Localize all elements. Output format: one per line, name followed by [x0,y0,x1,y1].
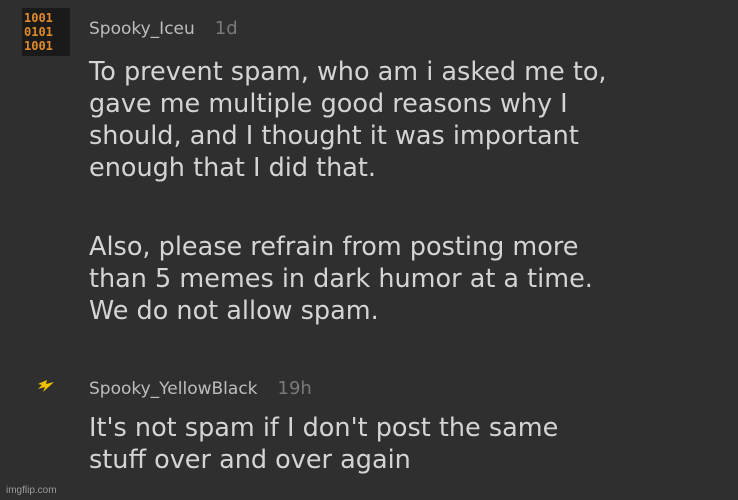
svg-text:1001: 1001 [24,11,53,25]
watermark: imgflip.com [6,485,57,496]
comment-header: Spooky_Iceu 1d [89,18,238,39]
avatar[interactable]: 1001 0101 1001 [22,8,70,56]
comment-paragraph: To prevent spam, who am i asked me to, g… [89,56,729,184]
text-line: It's not spam if I don't post the same [89,413,559,443]
binary-digits-icon: 1001 0101 1001 [22,8,70,56]
timestamp: 1d [214,18,238,39]
text-line: To prevent spam, who am i asked me to, [89,57,607,87]
timestamp: 19h [277,378,312,399]
text-line: enough that I did that. [89,153,377,183]
username[interactable]: Spooky_YellowBlack [89,379,258,399]
text-line: gave me multiple good reasons why I [89,89,568,119]
text-line: Also, please refrain from posting more [89,232,579,262]
text-line: stuff over and over again [89,445,411,475]
svg-text:1001: 1001 [24,39,53,53]
svg-text:0101: 0101 [24,25,53,39]
username[interactable]: Spooky_Iceu [89,19,195,39]
comment-header: Spooky_YellowBlack 19h [89,378,312,399]
text-line: We do not allow spam. [89,296,379,326]
text-line: than 5 memes in dark humor at a time. [89,264,593,294]
comment-paragraph: It's not spam if I don't post the same s… [89,412,729,476]
lightning-bolt-icon [38,380,54,392]
text-line: should, and I thought it was important [89,121,579,151]
avatar[interactable] [34,374,58,398]
comment-paragraph: Also, please refrain from posting more t… [89,231,729,327]
